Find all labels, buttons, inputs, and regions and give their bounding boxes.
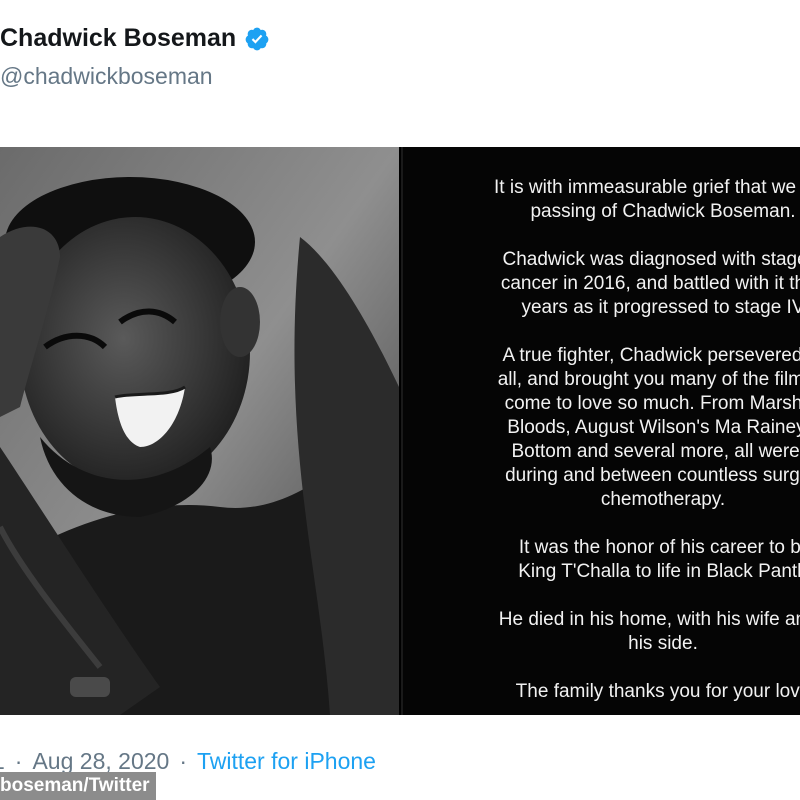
- meta-separator: ·: [179, 748, 187, 774]
- author-name-row: Chadwick Boseman: [0, 24, 270, 53]
- statement-line: The family thanks you for your love: [515, 681, 800, 702]
- statement-line: Chadwick was diagnosed with stage II: [502, 249, 800, 270]
- statement-line: It is with immeasurable grief that we co…: [494, 177, 800, 198]
- verified-badge-icon: [244, 26, 270, 52]
- statement-paragraph: It is with immeasurable grief that we co…: [413, 176, 800, 224]
- statement-line: Bottom and several more, all were fi: [511, 441, 800, 462]
- tweet-date[interactable]: Aug 28, 2020: [32, 748, 169, 775]
- statement-paragraph: He died in his home, with his wife and f…: [413, 608, 800, 656]
- statement-line: all, and brought you many of the films y: [497, 369, 800, 390]
- statement-paragraph: A true fighter, Chadwick persevered th a…: [413, 344, 800, 512]
- meta-separator: ·: [14, 748, 23, 774]
- portrait-photo[interactable]: [0, 147, 399, 715]
- statement-line: years as it progressed to stage IV: [521, 297, 800, 318]
- photo-credit: boseman/Twitter: [0, 772, 156, 800]
- statement-line: Bloods, August Wilson's Ma Rainey's: [507, 417, 800, 438]
- tweet-media[interactable]: It is with immeasurable grief that we co…: [0, 147, 800, 715]
- statement-line: It was the honor of his career to br: [518, 537, 800, 558]
- statement-paragraph: Chadwick was diagnosed with stage II can…: [413, 248, 800, 320]
- statement-line: passing of Chadwick Boseman.: [530, 201, 796, 222]
- statement-line: cancer in 2016, and battled with it thes: [500, 273, 800, 294]
- statement-image[interactable]: It is with immeasurable grief that we co…: [401, 147, 800, 715]
- statement-line: come to love so much. From Marshall: [504, 393, 800, 414]
- statement-line: A true fighter, Chadwick persevered th: [502, 345, 800, 366]
- statement-line: during and between countless surgeri: [505, 465, 800, 486]
- statement-line: He died in his home, with his wife and f: [498, 609, 800, 630]
- statement-paragraph: The family thanks you for your love: [413, 680, 800, 704]
- tweet-author: Chadwick Boseman @chadwickboseman: [0, 24, 270, 90]
- author-name[interactable]: Chadwick Boseman: [0, 24, 236, 53]
- statement-line: his side.: [628, 633, 698, 654]
- tweet-time[interactable]: 1: [0, 748, 5, 775]
- statement-line: chemotherapy.: [600, 489, 726, 510]
- statement-line: King T'Challa to life in Black Panth: [518, 561, 800, 582]
- tweet-source-link[interactable]: Twitter for iPhone: [197, 748, 376, 775]
- statement-paragraph: It was the honor of his career to br Kin…: [413, 536, 800, 584]
- statement-text: It is with immeasurable grief that we co…: [413, 176, 800, 715]
- tweet-meta: 1 · Aug 28, 2020 · Twitter for iPhone: [0, 748, 376, 775]
- author-handle[interactable]: @chadwickboseman: [0, 63, 270, 90]
